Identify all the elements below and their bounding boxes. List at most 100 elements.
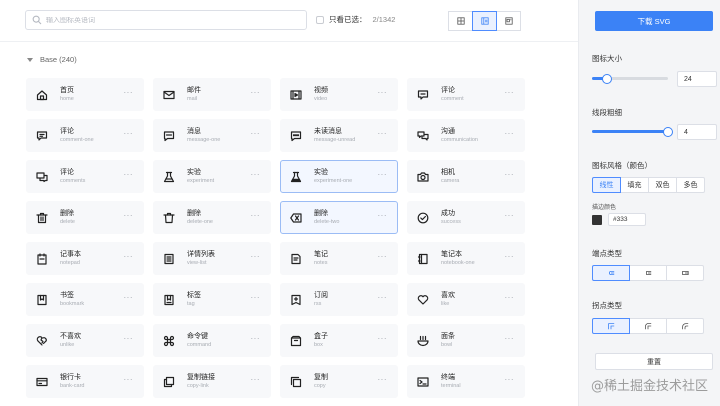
more-options-icon[interactable]: ··· [378,211,388,220]
icon-card-comment[interactable]: 评论 comment ··· [407,78,525,111]
more-options-icon[interactable]: ··· [505,252,515,261]
more-options-icon[interactable]: ··· [124,334,134,343]
more-options-icon[interactable]: ··· [505,211,515,220]
icon-card-bowl[interactable]: 面条 bowl ··· [407,324,525,357]
icon-card-box[interactable]: 盒子 box ··· [280,324,398,357]
more-options-icon[interactable]: ··· [378,334,388,343]
search-input[interactable] [46,16,296,24]
icon-card-comments[interactable]: 评论 comments ··· [26,160,144,193]
more-options-icon[interactable]: ··· [124,170,134,179]
more-options-icon[interactable]: ··· [378,252,388,261]
icon-card-bank-card[interactable]: 银行卡 bank-card ··· [26,365,144,398]
comment-icon [417,89,429,100]
endpoint-butt-button[interactable] [629,265,667,281]
more-options-icon[interactable]: ··· [251,375,261,384]
more-options-icon[interactable]: ··· [378,293,388,302]
icon-card-camera[interactable]: 相机 camera ··· [407,160,525,193]
corner-miter-button[interactable] [592,318,630,334]
more-options-icon[interactable]: ··· [251,129,261,138]
more-options-icon[interactable]: ··· [124,211,134,220]
stroke-slider-handle[interactable] [663,126,673,137]
message-unread-icon [290,130,302,141]
icon-card-delete[interactable]: 删除 delete ··· [26,201,144,234]
color-swatch[interactable] [592,214,602,225]
stroke-input[interactable]: 4 [677,124,717,140]
more-options-icon[interactable]: ··· [505,334,515,343]
only-selected-filter[interactable]: 只看已选： 2/1342 [316,14,395,25]
more-options-icon[interactable]: ··· [378,170,388,179]
search-box[interactable] [25,10,307,30]
download-svg-button[interactable]: 下载 SVG [595,11,713,31]
icon-name-zh: 喜欢 [441,292,455,299]
icon-card-command[interactable]: 命令键 command ··· [153,324,271,357]
more-options-icon[interactable]: ··· [505,88,515,97]
more-options-icon[interactable]: ··· [505,170,515,179]
more-options-icon[interactable]: ··· [505,375,515,384]
view-card-button[interactable] [472,11,497,31]
more-options-icon[interactable]: ··· [124,293,134,302]
more-options-icon[interactable]: ··· [251,252,261,261]
corner-round-button[interactable] [666,318,704,334]
notepad-icon [37,252,47,265]
icon-card-unlike[interactable]: 不喜欢 unlike ··· [26,324,144,357]
endpoint-square-button[interactable] [666,265,704,281]
icon-card-bookmark[interactable]: 书签 bookmark ··· [26,283,144,316]
icon-card-experiment[interactable]: 实验 experiment ··· [153,160,271,193]
size-slider-handle[interactable] [602,73,613,84]
view-grid-button[interactable] [448,11,473,31]
more-options-icon[interactable]: ··· [378,375,388,384]
more-options-icon[interactable]: ··· [505,293,515,302]
reset-button[interactable]: 重置 [595,353,713,370]
success-icon [417,212,429,223]
more-options-icon[interactable]: ··· [124,252,134,261]
copy-icon [290,376,302,387]
icon-card-message-unread[interactable]: 未读消息 message-unread ··· [280,119,398,152]
icon-card-copy[interactable]: 复制 copy ··· [280,365,398,398]
more-options-icon[interactable]: ··· [124,88,134,97]
view-detail-button[interactable] [496,11,521,31]
style-option-0[interactable]: 线性 [592,177,621,193]
icon-card-notebook-one[interactable]: 笔记本 notebook-one ··· [407,242,525,275]
size-input[interactable]: 24 [677,71,717,87]
icon-card-tag[interactable]: 标签 tag ··· [153,283,271,316]
icon-card-message-one[interactable]: 消息 message-one ··· [153,119,271,152]
group-header[interactable]: Base (240) [27,55,77,64]
more-options-icon[interactable]: ··· [251,293,261,302]
stroke-slider[interactable] [592,126,673,137]
more-options-icon[interactable]: ··· [124,129,134,138]
icon-card-rss[interactable]: 订阅 rss ··· [280,283,398,316]
style-option-2[interactable]: 双色 [648,177,677,193]
icon-card-delete-two[interactable]: 删除 delete-two ··· [280,201,398,234]
corner-bevel-button[interactable] [629,318,667,334]
icon-name-zh: 沟通 [441,128,455,135]
unlike-icon [36,335,47,346]
style-option-3[interactable]: 多色 [676,177,705,193]
icon-card-success[interactable]: 成功 success ··· [407,201,525,234]
style-option-1[interactable]: 填充 [620,177,649,193]
icon-card-notepad[interactable]: 记事本 notepad ··· [26,242,144,275]
more-options-icon[interactable]: ··· [378,129,388,138]
icon-card-communication[interactable]: 沟通 communication ··· [407,119,525,152]
more-options-icon[interactable]: ··· [378,88,388,97]
icon-card-mail[interactable]: 邮件 mail ··· [153,78,271,111]
icon-card-copy-link[interactable]: 复制链接 copy-link ··· [153,365,271,398]
icon-card-notes[interactable]: 笔记 notes ··· [280,242,398,275]
icon-card-terminal[interactable]: 终端 terminal ··· [407,365,525,398]
icon-card-delete-one[interactable]: 删除 delete-one ··· [153,201,271,234]
icon-card-view-list[interactable]: 详情列表 view-list ··· [153,242,271,275]
stroke-color-input[interactable]: #333 [608,213,646,226]
more-options-icon[interactable]: ··· [124,375,134,384]
icon-card-home[interactable]: 首页 home ··· [26,78,144,111]
size-slider[interactable] [592,73,668,84]
icon-card-video[interactable]: 视频 video ··· [280,78,398,111]
icon-card-experiment-one[interactable]: 实验 experiment-one ··· [280,160,398,193]
icon-card-like[interactable]: 喜欢 like ··· [407,283,525,316]
icon-card-comment-one[interactable]: 评论 comment-one ··· [26,119,144,152]
only-selected-checkbox[interactable] [316,15,324,24]
more-options-icon[interactable]: ··· [251,170,261,179]
more-options-icon[interactable]: ··· [505,129,515,138]
endpoint-round-button[interactable] [592,265,630,281]
more-options-icon[interactable]: ··· [251,88,261,97]
more-options-icon[interactable]: ··· [251,334,261,343]
more-options-icon[interactable]: ··· [251,211,261,220]
